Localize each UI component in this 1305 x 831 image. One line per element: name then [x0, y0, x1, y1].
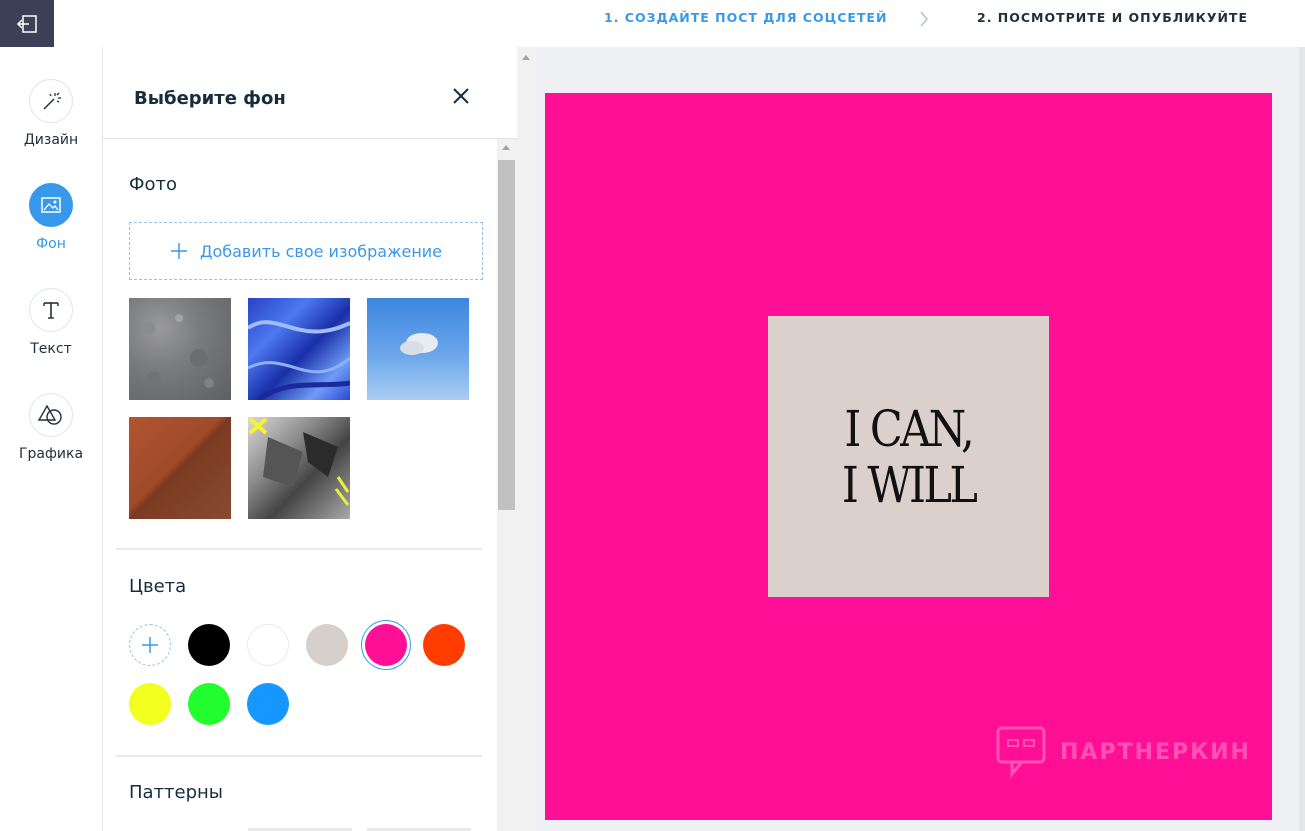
marble-texture	[248, 320, 350, 400]
add-image-button[interactable]: Добавить свое изображение	[129, 222, 483, 280]
scroll-up-arrow[interactable]	[502, 145, 510, 150]
rail-circle-active	[29, 183, 73, 227]
close-icon[interactable]	[450, 85, 472, 107]
tool-rail: Дизайн Фон Текст Графика	[0, 47, 103, 831]
rail-item-background[interactable]: Фон	[0, 183, 102, 252]
color-swatch-green[interactable]	[188, 683, 230, 725]
step-create-post[interactable]: 1. СОЗДАЙТЕ ПОСТ ДЛЯ СОЦСЕТЕЙ	[604, 10, 887, 25]
color-swatch-blue[interactable]	[247, 683, 289, 725]
exit-icon	[16, 14, 37, 33]
color-swatch-beige[interactable]	[306, 624, 348, 666]
shapes-icon	[38, 404, 62, 425]
image-icon	[41, 197, 61, 213]
post-text-line1: I CAN,	[844, 399, 975, 458]
top-bar: 1. СОЗДАЙТЕ ПОСТ ДЛЯ СОЦСЕТЕЙ 2. ПОСМОТР…	[0, 0, 1305, 47]
patterns-section-title: Паттерны	[129, 782, 224, 803]
color-swatch-white[interactable]	[247, 624, 289, 666]
color-swatch-pink-selected[interactable]	[365, 624, 407, 666]
photo-thumb-collage[interactable]	[248, 417, 350, 519]
concrete-texture	[143, 314, 214, 388]
rail-label-graphics: Графика	[18, 446, 84, 462]
rail-item-graphics[interactable]: Графика	[0, 393, 102, 462]
chevron-right-icon	[920, 11, 928, 27]
collage-texture	[248, 417, 350, 506]
rail-item-text[interactable]: Текст	[0, 288, 102, 357]
rail-circle	[29, 79, 73, 123]
plus-icon	[170, 243, 187, 259]
panel-header: Выберите фон	[103, 47, 517, 139]
add-image-label: Добавить свое изображение	[199, 241, 443, 261]
rail-label-design: Дизайн	[23, 132, 79, 148]
color-swatch-yellow[interactable]	[129, 683, 171, 725]
color-swatch-black[interactable]	[188, 624, 230, 666]
panel-scrollbar-thumb[interactable]	[498, 160, 515, 510]
photo-thumb-blue-marble[interactable]	[248, 298, 350, 400]
exit-button[interactable]	[0, 0, 54, 47]
photo-section-title: Фото	[129, 174, 178, 195]
magic-wand-icon	[43, 92, 61, 110]
text-icon	[43, 302, 59, 319]
photo-thumb-rust[interactable]	[129, 417, 231, 519]
section-divider	[116, 548, 482, 550]
panel-title: Выберите фон	[134, 88, 286, 109]
step-preview-publish[interactable]: 2. ПОСМОТРИТЕ И ОПУБЛИКУЙТЕ	[977, 10, 1248, 25]
rail-circle	[29, 393, 73, 437]
colors-section-title: Цвета	[129, 576, 187, 597]
background-panel: Выберите фон Фото Добавить свое изображе…	[103, 47, 517, 831]
plus-icon	[142, 637, 158, 653]
canvas-scrollbar[interactable]	[517, 47, 537, 831]
photo-thumb-concrete[interactable]	[129, 298, 231, 400]
rail-item-design[interactable]: Дизайн	[0, 79, 102, 148]
photo-thumb-sky[interactable]	[367, 298, 469, 400]
cloud-shape	[400, 333, 438, 355]
watermark-logo-icon	[996, 726, 1046, 778]
rail-label-text: Текст	[30, 341, 72, 357]
rail-circle	[29, 288, 73, 332]
scroll-up-arrow[interactable]	[522, 55, 530, 60]
watermark: ПАРТНЕРКИН	[996, 726, 1251, 778]
canvas-right-scrollbar[interactable]	[1299, 47, 1305, 831]
watermark-text: ПАРТНЕРКИН	[1060, 739, 1251, 765]
post-text-line2: I WILL	[841, 455, 978, 514]
color-swatch-orange[interactable]	[423, 624, 465, 666]
post-text-card[interactable]: I CAN, I WILL	[768, 316, 1049, 597]
section-divider	[116, 755, 482, 757]
rail-label-background: Фон	[36, 236, 66, 252]
add-color-button[interactable]	[129, 624, 171, 666]
